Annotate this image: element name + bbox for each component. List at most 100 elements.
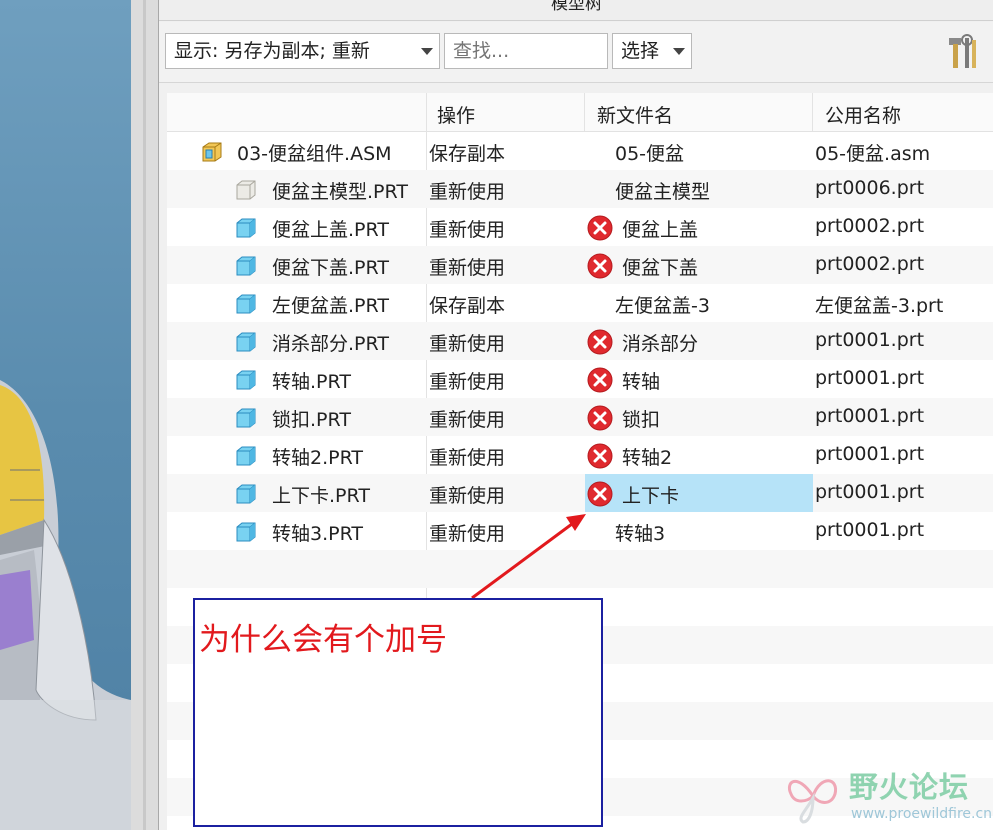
error-x-icon <box>587 443 613 469</box>
row-operation[interactable]: 重新使用 <box>429 405 505 432</box>
row-common-name[interactable]: prt0001.prt <box>815 519 924 541</box>
annotation-box: 为什么会有个加号 <box>193 598 603 827</box>
row-common-name[interactable]: prt0001.prt <box>815 329 924 351</box>
part-icon <box>235 407 257 429</box>
part-icon <box>235 369 257 391</box>
annotation-text: 为什么会有个加号 <box>199 622 447 658</box>
row-common-name[interactable]: 05-便盆.asm <box>815 139 930 166</box>
chevron-down-icon[interactable] <box>673 48 685 55</box>
column-header-common-name[interactable]: 公用名称 <box>825 101 901 128</box>
row-new-name[interactable]: 转轴 <box>622 367 660 394</box>
table-row[interactable]: 左便盆盖.PRT 保存副本 左便盆盖-3 左便盆盖-3.prt <box>167 284 993 322</box>
table-row[interactable]: 消杀部分.PRT 重新使用 消杀部分 prt0001.prt <box>167 322 993 360</box>
row-operation[interactable]: 重新使用 <box>429 481 505 508</box>
table-row[interactable]: 锁扣.PRT 重新使用 锁扣 prt0001.prt <box>167 398 993 436</box>
error-x-icon <box>587 253 613 279</box>
column-divider[interactable] <box>584 93 585 131</box>
error-x-icon <box>587 329 613 355</box>
row-common-name[interactable]: prt0001.prt <box>815 481 924 503</box>
table-row[interactable]: 转轴3.PRT 重新使用 转轴3 prt0001.prt <box>167 512 993 550</box>
row-stripe <box>167 550 993 588</box>
row-operation[interactable]: 重新使用 <box>429 253 505 280</box>
row-model-name: 便盆下盖.PRT <box>272 257 389 279</box>
error-x-icon <box>587 215 613 241</box>
part-icon <box>235 255 257 277</box>
table-row[interactable]: 转轴2.PRT 重新使用 转轴2 prt0001.prt <box>167 436 993 474</box>
row-operation[interactable]: 重新使用 <box>429 177 505 204</box>
row-model-name: 左便盆盖.PRT <box>272 295 389 317</box>
row-common-name[interactable]: prt0001.prt <box>815 443 924 465</box>
row-operation[interactable]: 重新使用 <box>429 519 505 546</box>
row-new-name[interactable]: 左便盆盖-3 <box>615 291 710 318</box>
row-operation[interactable]: 保存副本 <box>429 139 505 166</box>
error-x-icon <box>587 481 613 507</box>
display-filter-value: 显示: 另存为副本; 重新 <box>174 40 370 62</box>
row-model-name: 03-便盆组件.ASM <box>237 143 392 165</box>
part-icon <box>235 483 257 505</box>
row-operation[interactable]: 保存副本 <box>429 291 505 318</box>
part-icon <box>235 293 257 315</box>
table-row[interactable]: 03-便盆组件.ASM 保存副本 05-便盆 05-便盆.asm <box>167 132 993 170</box>
table-row[interactable]: 上下卡.PRT 重新使用 上下卡 prt0001.prt <box>167 474 993 512</box>
forum-watermark: 野火论坛 www.proewildfire.cn <box>783 762 993 830</box>
assembly-icon <box>201 141 223 163</box>
error-x-icon <box>587 405 613 431</box>
error-x-icon <box>587 367 613 393</box>
row-new-name[interactable]: 05-便盆 <box>615 139 684 166</box>
chevron-down-icon[interactable] <box>421 48 433 55</box>
row-new-name[interactable]: 锁扣 <box>622 405 660 432</box>
row-common-name[interactable]: prt0002.prt <box>815 215 924 237</box>
watermark-title: 野火论坛 <box>849 770 970 804</box>
row-operation[interactable]: 重新使用 <box>429 367 505 394</box>
select-label: 选择 <box>621 40 660 62</box>
table-row[interactable]: 转轴.PRT 重新使用 转轴 prt0001.prt <box>167 360 993 398</box>
row-model-name: 锁扣.PRT <box>272 409 351 431</box>
part-icon <box>235 445 257 467</box>
part-icon <box>235 521 257 543</box>
column-header-operation[interactable]: 操作 <box>437 101 475 128</box>
row-common-name[interactable]: prt0006.prt <box>815 177 924 199</box>
hammer-wrench-icon[interactable] <box>945 34 979 70</box>
row-model-name: 便盆主模型.PRT <box>272 181 408 203</box>
part-icon <box>235 331 257 353</box>
table-row[interactable]: 便盆上盖.PRT 重新使用 便盆上盖 prt0002.prt <box>167 208 993 246</box>
pane-splitter[interactable] <box>131 0 158 830</box>
row-operation[interactable]: 重新使用 <box>429 329 505 356</box>
row-model-name: 转轴2.PRT <box>272 447 364 469</box>
row-new-name[interactable]: 转轴3 <box>615 519 665 546</box>
watermark-url: www.proewildfire.cn <box>851 806 993 822</box>
toolbar: 显示: 另存为副本; 重新 选择 <box>159 22 993 83</box>
column-header-new-name[interactable]: 新文件名 <box>597 101 673 128</box>
table-header: 操作 新文件名 公用名称 <box>167 93 993 132</box>
row-model-name: 消杀部分.PRT <box>272 333 389 355</box>
row-operation[interactable]: 重新使用 <box>429 215 505 242</box>
table-row[interactable]: 便盆主模型.PRT 重新使用 便盆主模型 prt0006.prt <box>167 170 993 208</box>
cad-viewport[interactable] <box>0 0 131 830</box>
row-model-name: 转轴.PRT <box>272 371 351 393</box>
row-common-name[interactable]: prt0002.prt <box>815 253 924 275</box>
row-new-name[interactable]: 上下卡 <box>622 481 679 508</box>
row-new-name[interactable]: 转轴2 <box>622 443 672 470</box>
select-combo[interactable]: 选择 <box>612 33 692 69</box>
row-new-name[interactable]: 便盆下盖 <box>622 253 698 280</box>
row-common-name[interactable]: prt0001.prt <box>815 405 924 427</box>
row-common-name[interactable]: 左便盆盖-3.prt <box>815 291 943 318</box>
row-operation[interactable]: 重新使用 <box>429 443 505 470</box>
column-divider[interactable] <box>812 93 813 131</box>
row-common-name[interactable]: prt0001.prt <box>815 367 924 389</box>
row-model-name: 上下卡.PRT <box>272 485 370 507</box>
row-new-name[interactable]: 消杀部分 <box>622 329 698 356</box>
model-render <box>0 380 131 830</box>
butterfly-logo-icon <box>788 779 838 824</box>
row-new-name[interactable]: 便盆上盖 <box>622 215 698 242</box>
row-new-name[interactable]: 便盆主模型 <box>615 177 710 204</box>
row-model-name: 转轴3.PRT <box>272 523 364 545</box>
skeleton-part-icon <box>235 179 257 201</box>
dialog-title: 模型树 <box>159 0 993 21</box>
part-icon <box>235 217 257 239</box>
selection-highlight <box>585 474 813 512</box>
row-model-name: 便盆上盖.PRT <box>272 219 389 241</box>
search-input[interactable] <box>444 33 608 69</box>
display-filter-combo[interactable]: 显示: 另存为副本; 重新 <box>165 33 440 69</box>
table-row[interactable]: 便盆下盖.PRT 重新使用 便盆下盖 prt0002.prt <box>167 246 993 284</box>
